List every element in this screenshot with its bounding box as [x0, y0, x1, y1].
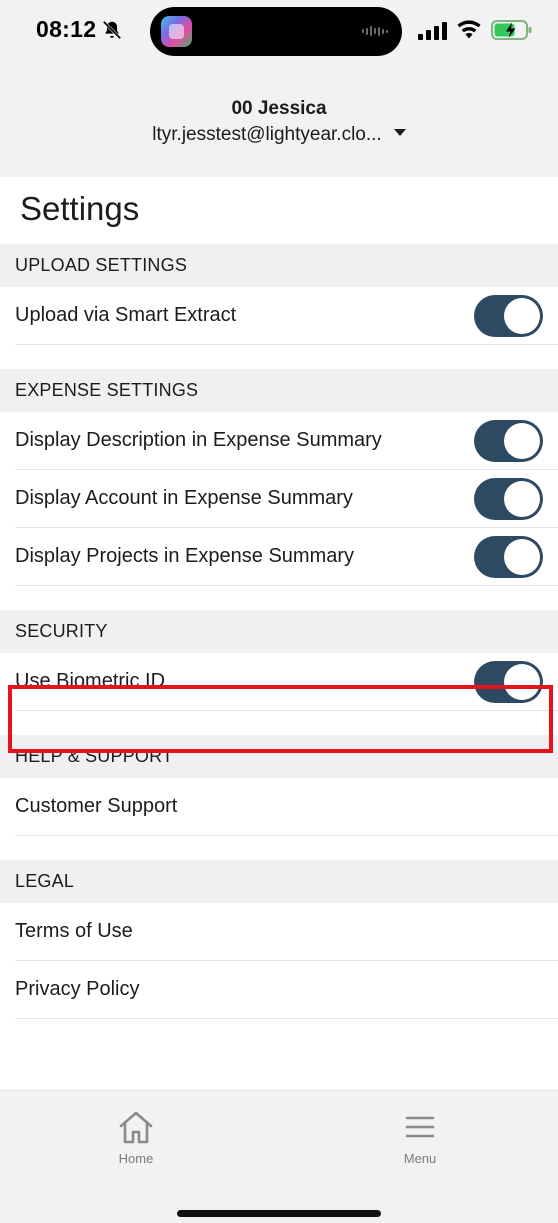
dynamic-island [150, 7, 402, 56]
setting-row-biometric: Use Biometric ID [15, 653, 558, 711]
cellular-signal-icon [418, 22, 447, 40]
tab-home[interactable]: Home [86, 1109, 186, 1166]
account-switcher[interactable]: ltyr.jesstest@lightyear.clo... [0, 124, 558, 146]
status-time: 08:12 [36, 16, 97, 42]
setting-row-projects: Display Projects in Expense Summary [15, 528, 558, 586]
toggle-knob [504, 481, 540, 517]
section-header-legal: LEGAL [0, 860, 558, 903]
setting-label: Display Projects in Expense Summary [15, 545, 355, 567]
chevron-down-icon[interactable] [393, 129, 406, 137]
toggle-knob [504, 423, 540, 459]
biometric-toggle[interactable] [474, 661, 543, 703]
setting-label: Upload via Smart Extract [15, 304, 237, 326]
setting-label: Terms of Use [15, 920, 133, 942]
account-name: 00 Jessica [231, 98, 327, 119]
settings-list: Settings UPLOAD SETTINGS Upload via Smar… [0, 177, 558, 1090]
setting-label: Customer Support [15, 795, 178, 817]
home-icon [119, 1111, 153, 1144]
setting-label: Display Account in Expense Summary [15, 487, 353, 509]
privacy-policy-link[interactable]: Privacy Policy [15, 961, 558, 1019]
section-spacer [0, 711, 558, 735]
wifi-icon [457, 20, 481, 39]
status-bar: 08:12 [0, 0, 558, 64]
setting-label: Use Biometric ID [15, 670, 166, 692]
tab-menu[interactable]: Menu [370, 1109, 470, 1166]
section-header-upload: UPLOAD SETTINGS [0, 244, 558, 287]
bell-off-icon [102, 20, 122, 40]
section-header-security: SECURITY [0, 610, 558, 653]
section-header-expense: EXPENSE SETTINGS [0, 369, 558, 412]
description-toggle[interactable] [474, 420, 543, 462]
section-spacer [0, 345, 558, 369]
toggle-knob [504, 539, 540, 575]
battery-charging-icon [491, 20, 532, 40]
hamburger-menu-icon [405, 1116, 435, 1138]
audio-wave-icon [362, 25, 388, 37]
setting-label: Display Description in Expense Summary [15, 429, 382, 451]
account-email: ltyr.jesstest@lightyear.clo... [152, 124, 382, 145]
smart-extract-toggle[interactable] [474, 295, 543, 337]
toggle-knob [504, 664, 540, 700]
tab-home-label: Home [118, 1151, 154, 1166]
account-header: 00 Jessica ltyr.jesstest@lightyear.clo..… [0, 64, 558, 177]
section-header-help: HELP & SUPPORT [0, 735, 558, 778]
setting-label: Privacy Policy [15, 978, 140, 1000]
bottom-tab-bar: Home Menu [0, 1090, 558, 1223]
customer-support-link[interactable]: Customer Support [15, 778, 558, 836]
account-toggle[interactable] [474, 478, 543, 520]
terms-of-use-link[interactable]: Terms of Use [15, 903, 558, 961]
page-title: Settings [20, 190, 140, 227]
home-indicator[interactable] [177, 1210, 381, 1217]
section-spacer [0, 586, 558, 610]
tab-menu-label: Menu [403, 1151, 437, 1166]
setting-row-smart-extract: Upload via Smart Extract [15, 287, 558, 345]
section-spacer [0, 836, 558, 860]
projects-toggle[interactable] [474, 536, 543, 578]
setting-row-description: Display Description in Expense Summary [15, 412, 558, 470]
app-activity-icon [161, 16, 192, 47]
toggle-knob [504, 298, 540, 334]
setting-row-account: Display Account in Expense Summary [15, 470, 558, 528]
settings-screen: 08:12 00 Jessica ltyr.jesstest@lightyear… [0, 0, 558, 1223]
